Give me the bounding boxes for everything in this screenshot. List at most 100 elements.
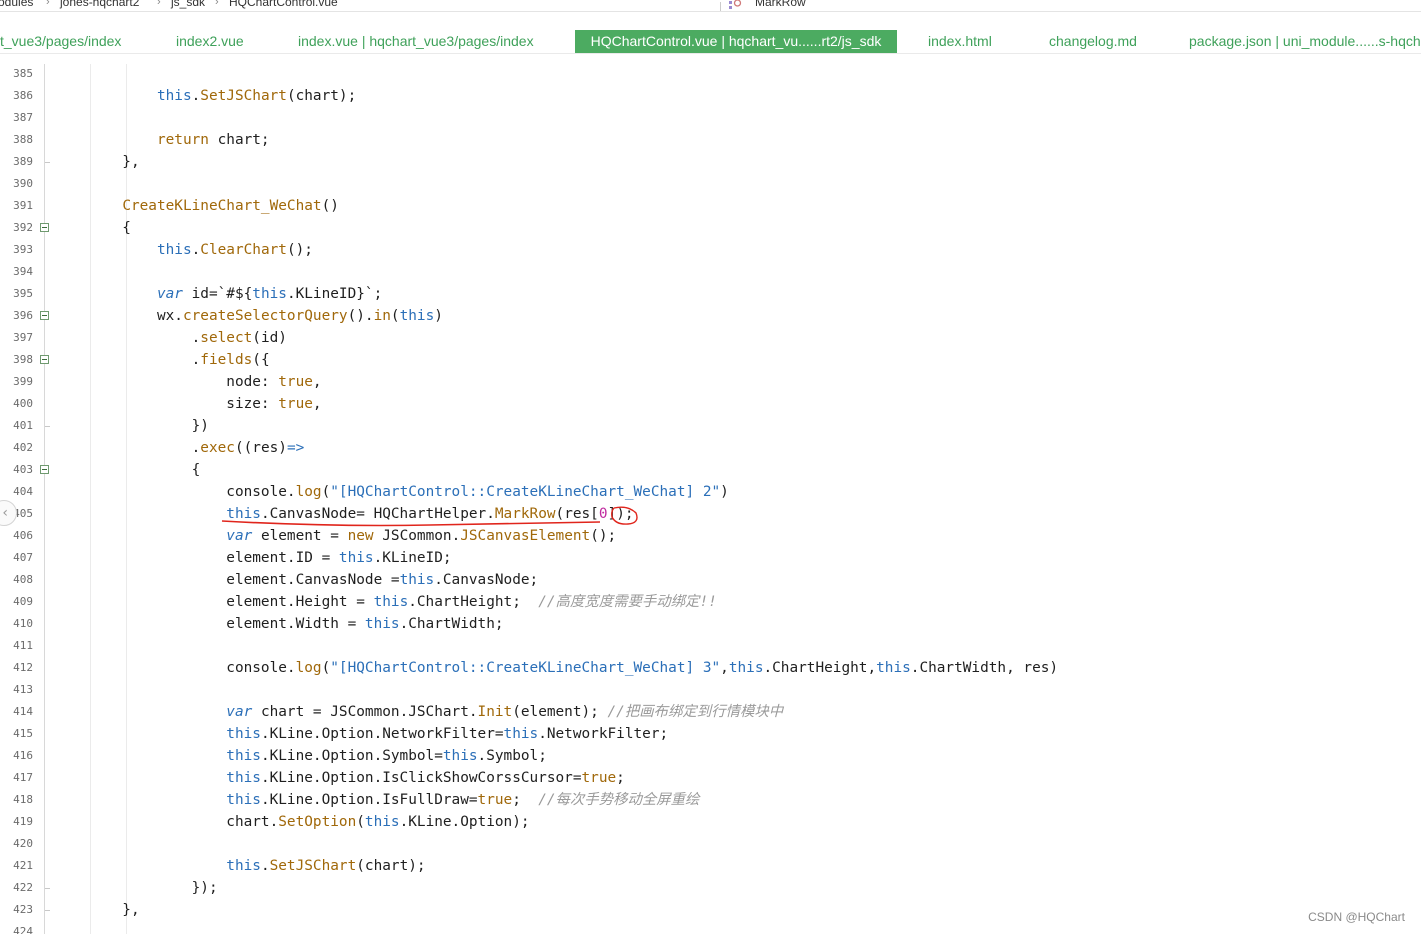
symbol-search-icon[interactable] bbox=[728, 0, 742, 10]
fold-toggle-icon[interactable] bbox=[40, 223, 49, 232]
code-line[interactable]: var chart = JSCommon.JSChart.Init(elemen… bbox=[53, 701, 783, 723]
line-number: 423 bbox=[13, 903, 33, 916]
line-number: 394 bbox=[13, 265, 33, 278]
line-number: 408 bbox=[13, 573, 33, 586]
code-line[interactable]: var id=`#${this.KLineID}`; bbox=[53, 283, 382, 305]
line-number: 398 bbox=[13, 353, 33, 366]
fold-end-marker bbox=[45, 888, 50, 889]
breadcrumb-item-file[interactable]: HQChartControl.vue bbox=[229, 0, 338, 10]
breadcrumb: odules › jones-hqchart2 › js_sdk › HQCha… bbox=[0, 0, 1421, 12]
code-line[interactable]: element.ID = this.KLineID; bbox=[53, 547, 451, 569]
line-number: 395 bbox=[13, 287, 33, 300]
line-number: 416 bbox=[13, 749, 33, 762]
code-line[interactable]: .select(id) bbox=[53, 327, 287, 349]
line-number: 397 bbox=[13, 331, 33, 344]
line-number: 421 bbox=[13, 859, 33, 872]
fold-end-marker bbox=[45, 162, 50, 163]
code-line[interactable]: .exec((res)=> bbox=[53, 437, 305, 459]
tab-hqchartcontrol-vue[interactable]: HQChartControl.vue | hqchart_vu......rt2… bbox=[575, 30, 897, 53]
breadcrumb-item-package[interactable]: jones-hqchart2 bbox=[60, 0, 139, 10]
tab-index2-vue[interactable]: index2.vue bbox=[176, 30, 244, 53]
line-number: 420 bbox=[13, 837, 33, 850]
line-number: 417 bbox=[13, 771, 33, 784]
line-number: 389 bbox=[13, 155, 33, 168]
code-line[interactable]: CreateKLineChart_WeChat() bbox=[53, 195, 339, 217]
line-number: 386 bbox=[13, 89, 33, 102]
tab-index-html[interactable]: index.html bbox=[928, 30, 992, 53]
code-line[interactable]: return chart; bbox=[53, 129, 270, 151]
line-number: 400 bbox=[13, 397, 33, 410]
breadcrumb-divider bbox=[720, 2, 721, 11]
line-number: 407 bbox=[13, 551, 33, 564]
breadcrumb-separator-icon: › bbox=[215, 0, 219, 8]
breadcrumb-separator-icon: › bbox=[157, 0, 161, 8]
symbol-search-text[interactable]: MarkRow bbox=[755, 0, 806, 10]
code-line[interactable]: this.KLine.Option.Symbol=this.Symbol; bbox=[53, 745, 547, 767]
code-line[interactable]: element.CanvasNode =this.CanvasNode; bbox=[53, 569, 538, 591]
line-number: 387 bbox=[13, 111, 33, 124]
line-number-gutter: 385 386 387 388 389 390 391 392 393 394 395 396 397 3… bbox=[0, 64, 44, 934]
tab-package-json[interactable]: package.json | uni_module......s-hqchar bbox=[1189, 30, 1421, 53]
tab-index-vue3-pages[interactable]: t_vue3/pages/index bbox=[0, 30, 121, 53]
code-line[interactable]: this.ClearChart(); bbox=[53, 239, 313, 261]
line-number: 396 bbox=[13, 309, 33, 322]
fold-end-marker bbox=[45, 910, 50, 911]
fold-toggle-icon[interactable] bbox=[40, 311, 49, 320]
code-line[interactable]: }, bbox=[53, 151, 139, 173]
breadcrumb-item-modules[interactable]: odules bbox=[0, 0, 33, 10]
line-number: 401 bbox=[13, 419, 33, 432]
code-line[interactable]: element.Height = this.ChartHeight; //高度宽… bbox=[53, 591, 717, 613]
line-number: 385 bbox=[13, 67, 33, 80]
fold-toggle-icon[interactable] bbox=[40, 355, 49, 364]
line-number: 406 bbox=[13, 529, 33, 542]
line-number: 412 bbox=[13, 661, 33, 674]
code-line[interactable]: }); bbox=[53, 877, 218, 899]
editor-tab-bar: t_vue3/pages/index index2.vue index.vue … bbox=[0, 30, 1421, 54]
line-number: 402 bbox=[13, 441, 33, 454]
code-line[interactable]: { bbox=[53, 217, 131, 239]
line-number: 415 bbox=[13, 727, 33, 740]
line-number: 422 bbox=[13, 881, 33, 894]
code-line[interactable]: wx.createSelectorQuery().in(this) bbox=[53, 305, 443, 327]
code-editor[interactable]: 385 386 387 388 389 390 391 392 393 394 395 396 397 3… bbox=[0, 64, 1421, 934]
code-line[interactable]: this.SetJSChart(chart); bbox=[53, 85, 356, 107]
code-line[interactable]: this.KLine.Option.IsFullDraw=true; //每次手… bbox=[53, 789, 699, 811]
code-line[interactable]: chart.SetOption(this.KLine.Option); bbox=[53, 811, 529, 833]
code-line[interactable]: }) bbox=[53, 415, 209, 437]
code-line[interactable]: console.log("[HQChartControl::CreateKLin… bbox=[53, 481, 729, 503]
line-number: 413 bbox=[13, 683, 33, 696]
code-line[interactable]: this.CanvasNode= HQChartHelper.MarkRow(r… bbox=[53, 503, 633, 525]
code-line[interactable]: node: true, bbox=[53, 371, 321, 393]
line-number: 410 bbox=[13, 617, 33, 630]
line-number: 390 bbox=[13, 177, 33, 190]
code-line[interactable]: this.KLine.Option.NetworkFilter=this.Net… bbox=[53, 723, 668, 745]
line-number: 391 bbox=[13, 199, 33, 212]
code-line[interactable]: this.SetJSChart(chart); bbox=[53, 855, 425, 877]
code-line[interactable]: console.log("[HQChartControl::CreateKLin… bbox=[53, 657, 1058, 679]
line-number: 411 bbox=[13, 639, 33, 652]
line-number: 392 bbox=[13, 221, 33, 234]
breadcrumb-separator-icon: › bbox=[46, 0, 50, 8]
code-line[interactable]: element.Width = this.ChartWidth; bbox=[53, 613, 503, 635]
tab-changelog-md[interactable]: changelog.md bbox=[1049, 30, 1137, 53]
code-line[interactable]: this.KLine.Option.IsClickShowCorssCursor… bbox=[53, 767, 625, 789]
code-line[interactable]: }, bbox=[53, 899, 139, 921]
line-number: 393 bbox=[13, 243, 33, 256]
line-number: 388 bbox=[13, 133, 33, 146]
tab-index-vue[interactable]: index.vue | hqchart_vue3/pages/index bbox=[298, 30, 534, 53]
line-number: 424 bbox=[13, 925, 33, 934]
line-number: 419 bbox=[13, 815, 33, 828]
watermark: CSDN @HQChart bbox=[1308, 910, 1405, 924]
code-line[interactable]: var element = new JSCommon.JSCanvasEleme… bbox=[53, 525, 616, 547]
breadcrumb-item-folder[interactable]: js_sdk bbox=[171, 0, 205, 10]
code-line[interactable]: { bbox=[53, 459, 201, 481]
code-line[interactable]: .fields({ bbox=[53, 349, 270, 371]
fold-toggle-icon[interactable] bbox=[40, 465, 49, 474]
line-number: 403 bbox=[13, 463, 33, 476]
line-number: 409 bbox=[13, 595, 33, 608]
code-line[interactable]: size: true, bbox=[53, 393, 321, 415]
line-number: 418 bbox=[13, 793, 33, 806]
fold-end-marker bbox=[45, 426, 50, 427]
fold-gutter-line bbox=[44, 64, 45, 934]
line-number: 414 bbox=[13, 705, 33, 718]
